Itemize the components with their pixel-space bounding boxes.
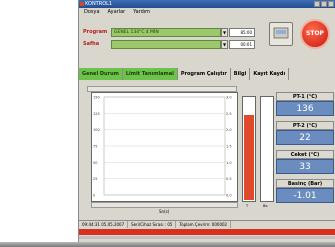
readout-pt2-value: 22 — [276, 130, 334, 145]
y2-tick-label: 2.5 — [226, 112, 232, 116]
taskbar-strip — [0, 242, 335, 247]
temperature-gauge-label: T — [246, 204, 249, 208]
y2-tick-label: 0.5 — [226, 177, 232, 181]
tab-general-status[interactable]: Genel Durum — [79, 68, 123, 80]
tab-limit-definition[interactable]: Limit Tanımlamal — [122, 68, 178, 80]
readout-pt2: PT-2 (°C) 22 — [276, 121, 334, 147]
safha-select[interactable] — [111, 40, 221, 49]
program-dropdown-icon[interactable]: ▼ — [221, 28, 228, 37]
safha-dropdown-icon[interactable]: ▼ — [221, 40, 228, 49]
y-tick-label: 25 — [93, 177, 97, 181]
y-tick-label: 0 — [93, 194, 95, 198]
start-button[interactable] — [269, 22, 293, 46]
y-tick-label: 125 — [93, 112, 100, 116]
menu-file[interactable]: Dosya — [84, 8, 100, 16]
pressure-gauge-label: Ba — [263, 204, 268, 208]
readout-pressure: Basinç (Bar) -1.01 — [276, 179, 334, 205]
main-panel: 150 3.0 125 2.5 100 2.0 75 1.5 50 1.0 25 0.5 0 0.0 Sn… — [84, 84, 335, 236]
readout-pressure-value: -1.01 — [276, 188, 334, 203]
program-label: Program — [83, 29, 108, 35]
readout-pt1-value: 136 — [276, 101, 334, 116]
safha-label: Safha — [83, 41, 100, 47]
tab-info[interactable]: Bilgi — [231, 68, 251, 80]
close-button[interactable] — [328, 1, 334, 7]
temperature-gauge-fill — [244, 115, 254, 200]
y2-tick-label: 3.0 — [226, 96, 232, 100]
program-select[interactable]: GENEL 134°C 4 MIN — [111, 28, 221, 37]
window-title: KONTROL1 — [85, 1, 113, 7]
status-device: Seri/Cihaz Sırası : 05 — [128, 221, 177, 228]
readout-pt1-title: PT-1 (°C) — [276, 92, 334, 101]
readout-jacket-value: 33 — [276, 159, 334, 174]
chart-scrollbar[interactable] — [91, 202, 238, 208]
safha-row: Safha ▼ 00:01 — [83, 40, 263, 50]
app-window: KONTROL1 Dosya Ayarlar Yardım Program GE… — [78, 0, 335, 242]
trend-chart: 150 3.0 125 2.5 100 2.0 75 1.5 50 1.0 25 0.5 0 0.0 — [91, 92, 238, 202]
y-tick-label: 50 — [93, 161, 97, 165]
readout-pt1: PT-1 (°C) 136 — [276, 92, 334, 118]
readout-jacket-title: Ceket (°C) — [276, 150, 334, 159]
y2-tick-label: 1.0 — [226, 161, 232, 165]
y-tick-label: 75 — [93, 145, 97, 149]
minimize-button[interactable] — [314, 1, 320, 7]
menu-bar: Dosya Ayarlar Yardım — [79, 8, 335, 16]
tab-record-log[interactable]: Kayıt Kaydı — [250, 68, 290, 80]
chart-svg: 150 3.0 125 2.5 100 2.0 75 1.5 50 1.0 25 0.5 0 0.0 — [93, 96, 232, 198]
status-datetime: 09:44:31 05.05.2007 — [79, 221, 129, 228]
x-axis-label: Sn(s) — [159, 209, 170, 214]
footer-bar — [79, 236, 335, 239]
stop-button[interactable]: STOP — [300, 19, 330, 49]
menu-settings[interactable]: Ayarlar — [108, 8, 126, 16]
readout-pressure-title: Basinç (Bar) — [276, 179, 334, 188]
safha-time: 00:01 — [229, 40, 255, 49]
readout-jacket: Ceket (°C) 33 — [276, 150, 334, 176]
alarm-bar — [79, 229, 335, 235]
pressure-gauge — [260, 96, 274, 202]
title-bar: KONTROL1 — [79, 0, 335, 8]
tab-run-program[interactable]: Program Çalıştır — [178, 68, 231, 80]
app-icon — [80, 2, 84, 6]
y2-tick-label: 0.0 — [226, 194, 232, 198]
readout-pt2-title: PT-2 (°C) — [276, 121, 334, 130]
status-bar: 09:44:31 05.05.2007 Seri/Cihaz Sırası : … — [79, 220, 335, 228]
y-tick-label: 100 — [93, 128, 100, 132]
device-icon — [273, 27, 289, 39]
status-cycles: Toplam Çevrim: 000002 — [176, 221, 232, 228]
temperature-gauge — [242, 96, 256, 202]
y-tick-label: 150 — [93, 96, 100, 100]
y2-tick-label: 2.0 — [226, 128, 232, 132]
menu-help[interactable]: Yardım — [133, 8, 150, 16]
program-time: 85:00 — [229, 28, 255, 37]
y2-tick-label: 1.5 — [226, 145, 232, 149]
maximize-button[interactable] — [321, 1, 327, 7]
program-row: Program GENEL 134°C 4 MIN ▼ 85:00 — [83, 28, 263, 38]
tab-bar: Genel Durum Limit Tanımlamal Program Çal… — [79, 68, 335, 80]
